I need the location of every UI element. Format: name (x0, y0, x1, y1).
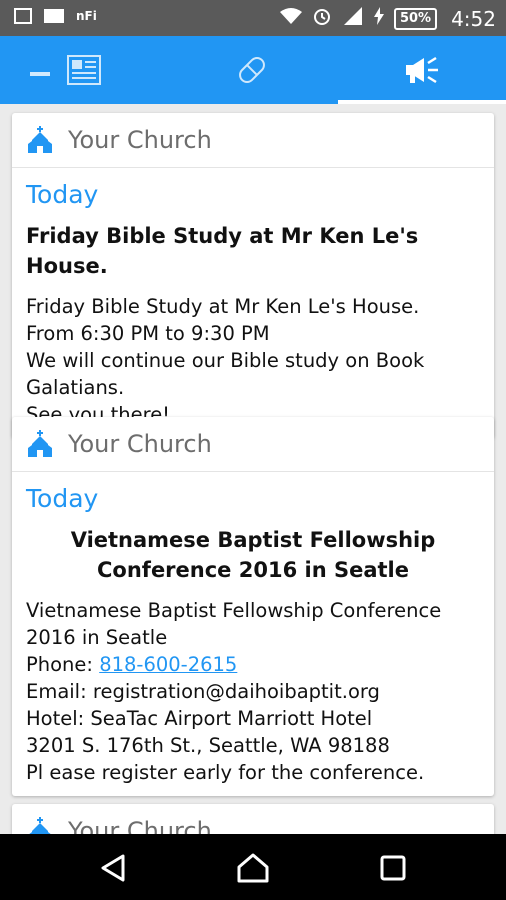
phone-link[interactable]: 818-600-2615 (99, 653, 237, 676)
home-button[interactable] (233, 848, 273, 888)
tab-news[interactable] (0, 36, 168, 104)
post-date: Today (26, 484, 99, 513)
news-icon (67, 55, 101, 85)
church-icon (29, 817, 51, 834)
description-line: 3201 S. 176th St., Seattle, WA 98188 (26, 734, 390, 757)
description-line: Pl ease register early for the conferenc… (26, 761, 425, 784)
system-nav-bar (0, 834, 506, 900)
phone-line: Phone: 818-600-2615 (26, 651, 480, 678)
church-name: Your Church (68, 430, 212, 458)
church-icon (28, 430, 52, 457)
church-icon (28, 126, 52, 153)
status-bar: nFi 50% 4:52 (0, 0, 506, 36)
tab-prayer[interactable] (168, 36, 336, 104)
phone-label: Phone: (26, 653, 100, 676)
post-description: Friday Bible Study at Mr Ken Le's House.… (26, 293, 480, 428)
announcement-card[interactable]: Your Church Today Vietnamese Baptist Fel… (12, 417, 494, 796)
title-line: Conference 2016 in Seatle (97, 558, 409, 582)
announcement-card[interactable]: Your Church (12, 804, 494, 834)
description-line: Vietnamese Baptist Fellowship Conference (26, 599, 442, 622)
title-line: Vietnamese Baptist Fellowship (70, 528, 436, 552)
clock: 4:52 (451, 6, 496, 31)
description-line: Email: registration@daihoibaptit.org (26, 680, 380, 703)
card-header: Your Church (12, 417, 494, 472)
back-icon (101, 854, 125, 882)
nfc-icon: nFi (76, 9, 97, 23)
battery-indicator: 50% (393, 7, 438, 30)
mail-icon (44, 9, 64, 23)
recents-icon (380, 855, 406, 881)
card-header: Your Church (12, 804, 494, 834)
megaphone-icon (406, 56, 438, 84)
announcement-feed[interactable]: Your Church Today Friday Bible Study at … (0, 104, 506, 834)
announcement-card[interactable]: Your Church Today Friday Bible Study at … (12, 113, 494, 438)
alarm-icon (312, 6, 332, 31)
description-line: We will continue our Bible study on Book (26, 349, 425, 372)
home-icon (237, 853, 269, 883)
post-description: Vietnamese Baptist Fellowship Conference… (26, 597, 480, 786)
charging-icon (373, 7, 384, 30)
description-line: From 6:30 PM to 9:30 PM (26, 322, 270, 345)
back-button[interactable] (93, 848, 133, 888)
post-date: Today (26, 180, 99, 209)
description-line: Friday Bible Study at Mr Ken Le's House. (26, 295, 420, 318)
pill-icon (239, 57, 265, 83)
gallery-icon (14, 8, 32, 24)
tab-bar (0, 36, 506, 104)
description-line: 2016 in Seatle (26, 626, 168, 649)
description-line: Galatians. (26, 376, 125, 399)
post-title: Friday Bible Study at Mr Ken Le's House. (26, 224, 419, 278)
church-name: Your Church (68, 126, 212, 154)
description-line: Hotel: SeaTac Airport Marriott Hotel (26, 707, 373, 730)
card-header: Your Church (12, 113, 494, 168)
post-title: Vietnamese Baptist Fellowship Conference… (26, 525, 480, 585)
recents-button[interactable] (373, 848, 413, 888)
signal-icon (342, 7, 364, 30)
wifi-icon (279, 7, 302, 30)
church-name: Your Church (68, 817, 212, 834)
tab-announcements[interactable] (338, 36, 506, 104)
